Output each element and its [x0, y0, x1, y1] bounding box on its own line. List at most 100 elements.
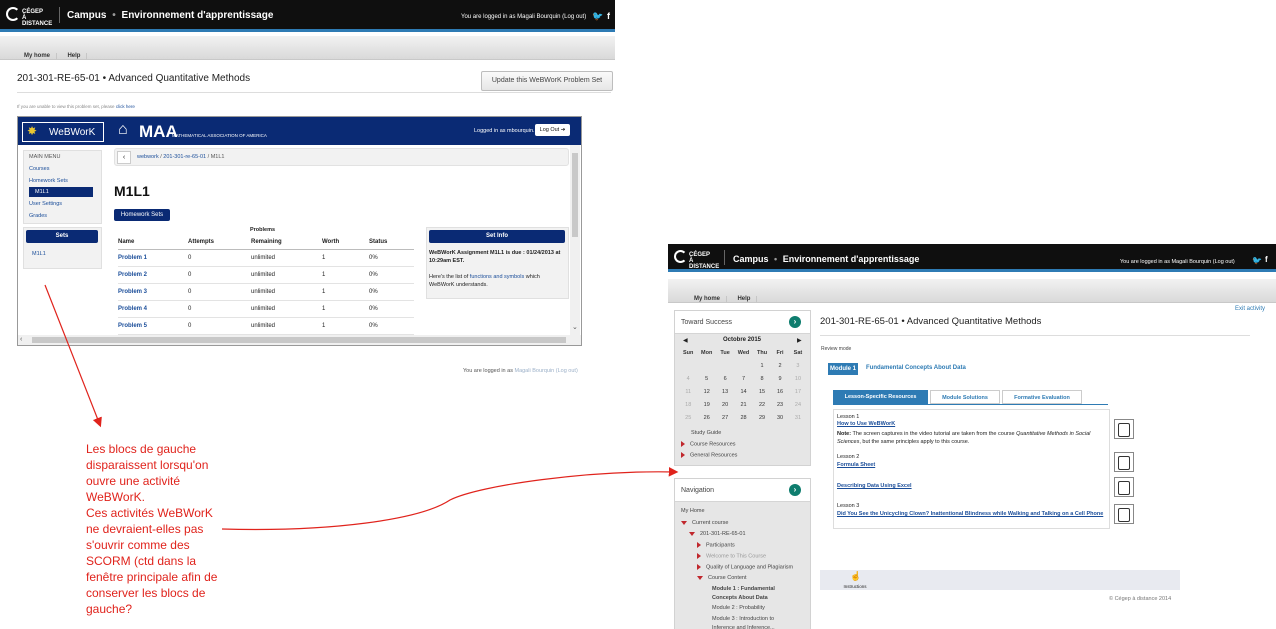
collapse-icon[interactable]	[689, 531, 695, 536]
cal-day[interactable]: 30	[771, 411, 789, 424]
cal-day	[697, 359, 716, 372]
cal-day[interactable]: 9	[771, 372, 789, 385]
right-navbar: My home Help	[668, 279, 1276, 303]
cal-day[interactable]: 26	[697, 411, 716, 424]
cal-day[interactable]: 23	[771, 398, 789, 411]
expand-icon[interactable]	[697, 564, 701, 570]
cal-day[interactable]: 3	[789, 359, 807, 372]
expand-icon[interactable]	[697, 542, 701, 548]
expand-icon[interactable]	[681, 441, 685, 447]
navigation-block: Navigation › My Home Current course 201-…	[674, 478, 811, 629]
cal-day[interactable]: 10	[789, 372, 807, 385]
cal-day[interactable]: 28	[734, 411, 753, 424]
facebook-icon-right[interactable]: f	[1265, 255, 1268, 264]
nav-help-right[interactable]: Help	[731, 296, 758, 302]
cal-day[interactable]: 17	[789, 385, 807, 398]
formula-sheet-link[interactable]: Formula Sheet	[837, 462, 875, 468]
cal-day[interactable]: 14	[734, 385, 753, 398]
nav-module1[interactable]: Module 1 : Fundamental Concepts About Da…	[712, 585, 792, 603]
nav-welcome[interactable]: Welcome to This Course	[706, 553, 766, 559]
topbar-divider-right	[724, 250, 725, 265]
how-to-use-link[interactable]: How to Use WeBWorK	[837, 421, 895, 427]
cal-day[interactable]: 29	[753, 411, 771, 424]
cal-day-header: Thu	[756, 349, 768, 356]
tab-formative-evaluation[interactable]: Formative Evaluation	[1002, 390, 1082, 404]
course-resources-link[interactable]: Course Resources	[690, 441, 736, 447]
cal-day-header: Mon	[701, 349, 713, 356]
expand-icon[interactable]	[697, 553, 701, 559]
pdf-resource-icon[interactable]	[1114, 452, 1134, 472]
nav-module3[interactable]: Module 3 : Introduction to Inference and…	[712, 615, 797, 629]
tab-module-solutions[interactable]: Module Solutions	[930, 390, 1000, 404]
unicycling-link[interactable]: Did You See the Unicycling Clown? Inatte…	[837, 510, 1109, 518]
nav-my-home-right[interactable]: My home	[688, 296, 728, 302]
cal-day	[716, 359, 734, 372]
cal-day[interactable]: 20	[716, 398, 734, 411]
cal-day-header: Sat	[793, 349, 803, 356]
nav-current-course[interactable]: Current course	[692, 520, 728, 526]
cal-day[interactable]: 11	[679, 385, 697, 398]
lesson2-label: Lesson 2	[837, 454, 860, 460]
navigation-toggle-icon[interactable]: ›	[789, 484, 801, 496]
cal-next-icon[interactable]: ▶	[797, 337, 802, 344]
cal-day[interactable]: 15	[753, 385, 771, 398]
cal-day[interactable]: 5	[697, 372, 716, 385]
collapse-icon[interactable]	[681, 520, 687, 525]
cal-day[interactable]: 31	[789, 411, 807, 424]
note-label: Note:	[837, 431, 852, 437]
right-course-title: 201-301-RE-65-01 • Advanced Quantitative…	[820, 316, 1042, 327]
cal-day[interactable]: 22	[753, 398, 771, 411]
cal-day[interactable]: 12	[697, 385, 716, 398]
nav-participants[interactable]: Participants	[706, 542, 735, 548]
nav-quality[interactable]: Quality of Language and Plagiarism	[706, 564, 793, 570]
arrow-to-right-blocks	[221, 467, 679, 531]
tabs-rule	[833, 404, 1108, 405]
cal-prev-icon[interactable]: ◀	[683, 337, 688, 344]
nav-course-code[interactable]: 201-301-RE-65-01	[700, 531, 746, 537]
twitter-icon-right[interactable]: 🐦	[1252, 256, 1262, 265]
cal-day[interactable]: 4	[679, 372, 697, 385]
cal-day-header: Wed	[737, 349, 750, 356]
expand-icon[interactable]	[681, 452, 685, 458]
tab-lesson-specific[interactable]: Lesson-Specific Resources	[833, 390, 928, 404]
instructions-button[interactable]: ☝ Instructions	[838, 570, 872, 590]
cal-day[interactable]: 2	[771, 359, 789, 372]
cal-day[interactable]: 25	[679, 411, 697, 424]
cal-day-header: Tue	[720, 349, 730, 356]
cal-day[interactable]: 6	[716, 372, 734, 385]
cal-day[interactable]: 21	[734, 398, 753, 411]
video-resource-icon-2[interactable]	[1114, 477, 1134, 497]
nav-module2[interactable]: Module 2 : Probability	[712, 605, 765, 611]
cal-day[interactable]: 18	[679, 398, 697, 411]
toward-success-toggle-icon[interactable]: ›	[789, 316, 801, 328]
brand-sep-right: •	[774, 254, 778, 264]
cal-day[interactable]: 8	[753, 372, 771, 385]
cegep-logo-right[interactable]: CÉGEP À DISTANCE	[674, 250, 720, 270]
nav-my-home-link[interactable]: My Home	[681, 508, 705, 514]
cal-day[interactable]: 24	[789, 398, 807, 411]
logged-in-text-right[interactable]: You are logged in as Magali Bourquin (Lo…	[1120, 259, 1235, 265]
collapse-icon[interactable]	[697, 575, 703, 580]
lesson1-label: Lesson 1	[837, 414, 860, 420]
cal-day-header: Sun	[683, 349, 694, 356]
exit-activity-link[interactable]: Exit activity	[1235, 306, 1265, 312]
logo-swirl-icon-right	[674, 250, 687, 263]
cal-day[interactable]: 19	[697, 398, 716, 411]
describing-data-link[interactable]: Describing Data Using Excel	[837, 483, 912, 489]
resource-tabs: Lesson-Specific Resources Module Solutio…	[833, 390, 1108, 404]
cal-day[interactable]: 27	[716, 411, 734, 424]
nav-course-content[interactable]: Course Content	[708, 575, 747, 581]
right-title-rule	[820, 335, 1250, 336]
cal-day[interactable]: 16	[771, 385, 789, 398]
study-guide-label: Study Guide	[691, 430, 722, 436]
general-resources-link[interactable]: General Resources	[690, 452, 737, 458]
pdf-resource-icon-2[interactable]	[1114, 504, 1134, 524]
video-resource-icon[interactable]	[1114, 419, 1134, 439]
module-title: Fundamental Concepts About Data	[866, 365, 966, 371]
lesson3-label: Lesson 3	[837, 503, 860, 509]
toward-success-block: Toward Success › ◀ Octobre 2015 ▶ Sun Mo…	[674, 310, 811, 466]
campus-label-right[interactable]: Campus	[733, 254, 769, 264]
cal-day[interactable]: 7	[734, 372, 753, 385]
cal-day[interactable]: 1	[753, 359, 771, 372]
cal-day[interactable]: 13	[716, 385, 734, 398]
